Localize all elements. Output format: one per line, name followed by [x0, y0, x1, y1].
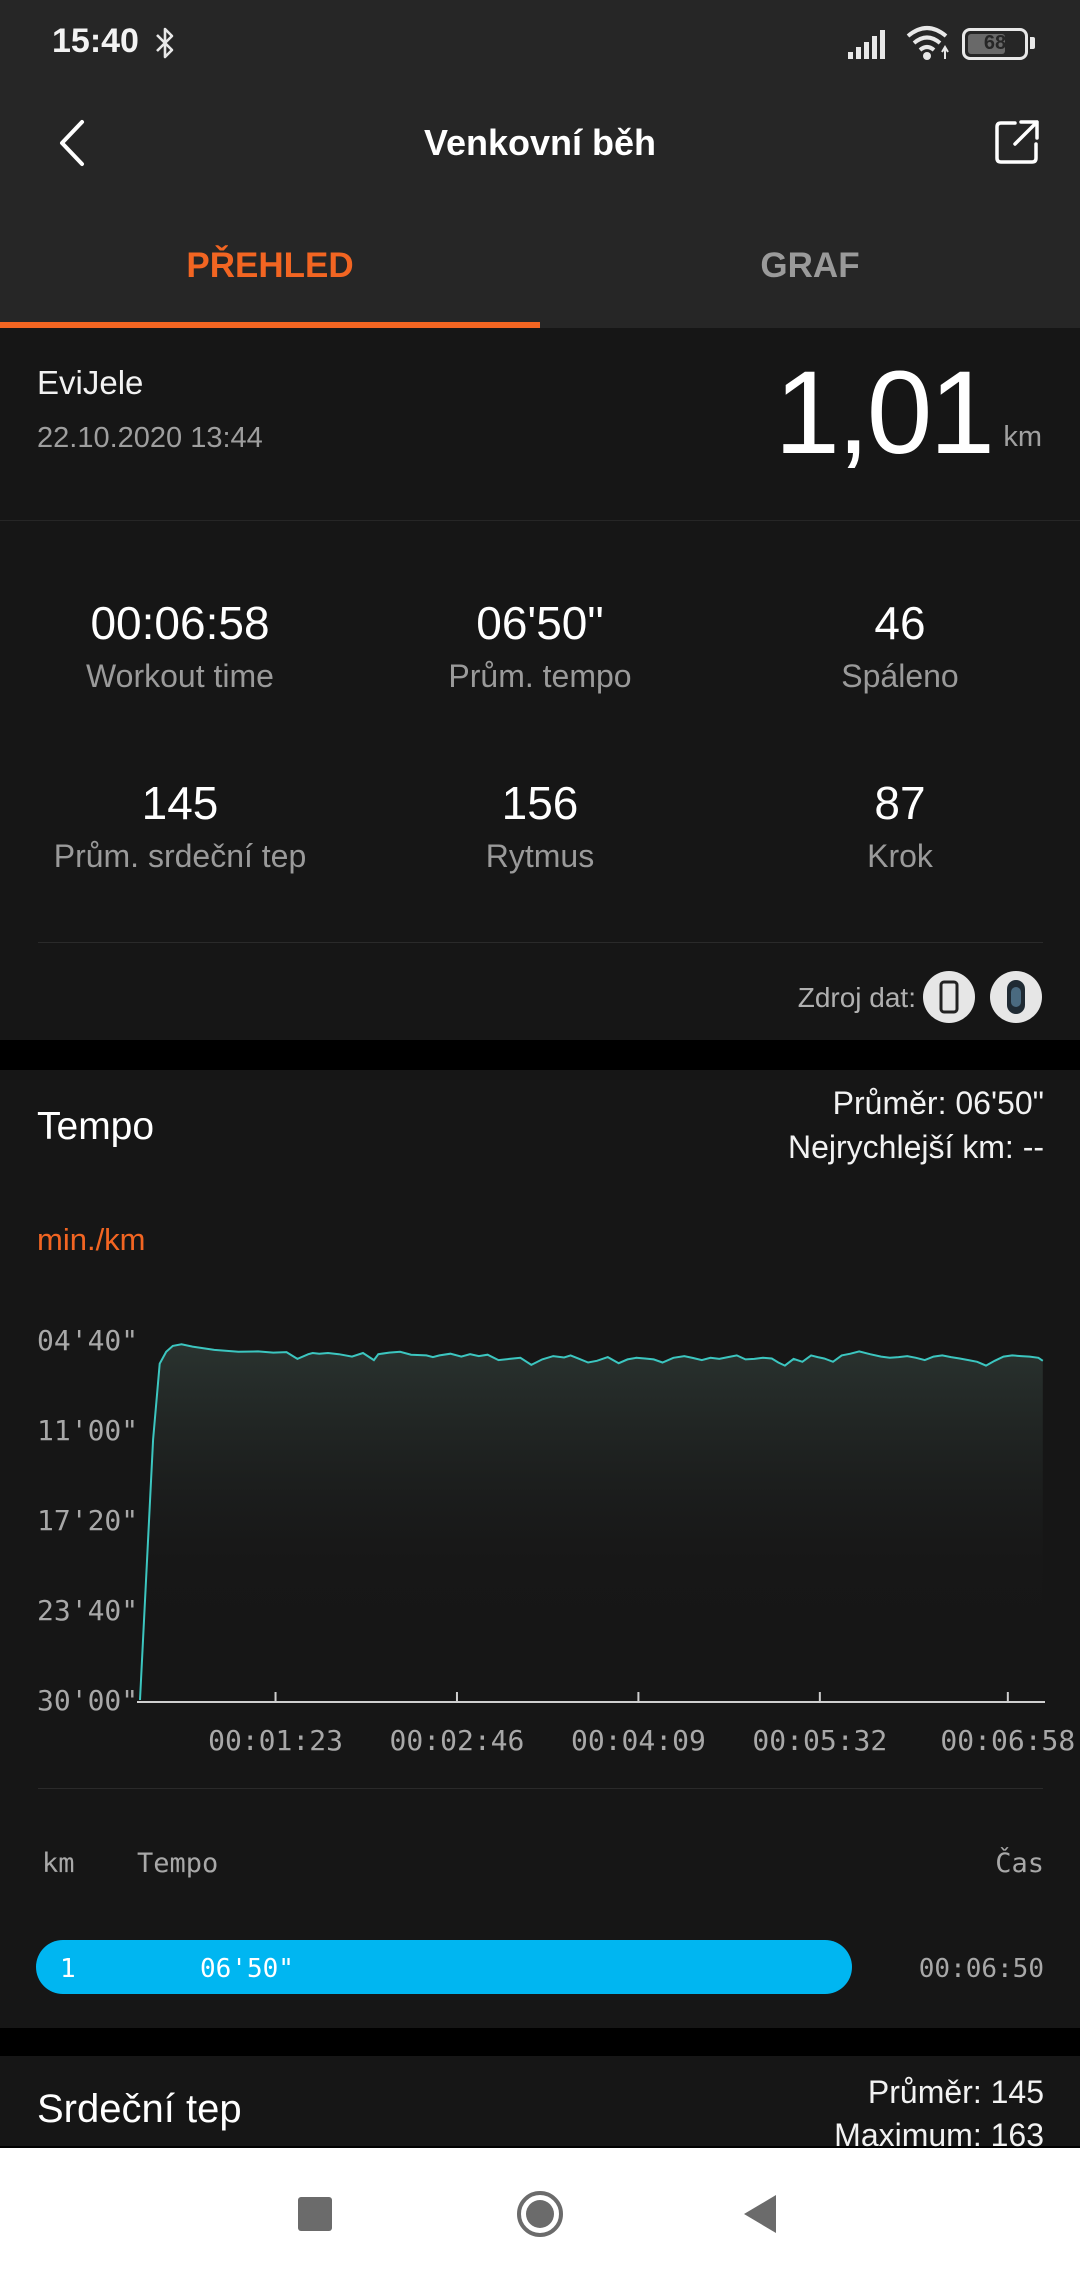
stat-label: Prům. tempo [448, 658, 632, 694]
stat-workout-time: 00:06:58 Workout time [0, 596, 360, 695]
splits-header-km: km [42, 1848, 75, 1879]
stat-label: Krok [867, 838, 933, 874]
stat-value: 06'50" [476, 597, 604, 649]
y-tick-label: 17'20" [37, 1504, 138, 1537]
wifi-icon [906, 26, 949, 60]
back-arrow-icon[interactable] [54, 118, 94, 168]
tab-overview[interactable]: PŘEHLED [0, 246, 540, 286]
stat-cadence: 156 Rytmus [360, 776, 720, 875]
tempo-unit: min./km [37, 1222, 146, 1257]
bluetooth-icon [156, 27, 174, 59]
x-tick-label: 00:02:46 [390, 1724, 525, 1757]
share-icon[interactable] [993, 118, 1041, 166]
tempo-chart[interactable]: 04'40" 11'00" 17'20" 23'40" 30'00" 00:01:23 0… [0, 1280, 1080, 1760]
back-button[interactable] [742, 2193, 778, 2235]
stat-label: Prům. srdeční tep [53, 838, 307, 874]
page-title: Venkovní běh [423, 122, 657, 163]
distance-value: 1,01 [774, 347, 995, 479]
heart-rate-average: Průměr: 145 [867, 2074, 1044, 2110]
x-tick-label: 00:04:09 [571, 1724, 706, 1757]
split-km: 1 [60, 1954, 76, 1984]
signal-icon [848, 30, 885, 59]
stat-value: 87 [874, 777, 926, 829]
stat-value: 00:06:58 [90, 597, 270, 649]
divider [0, 520, 1080, 521]
stat-value: 46 [874, 597, 926, 649]
x-tick-label: 00:05:32 [752, 1724, 887, 1757]
stat-calories: 46 Spáleno [720, 596, 1080, 695]
y-tick-label: 23'40" [37, 1594, 138, 1627]
tempo-title: Tempo [37, 1105, 155, 1148]
stat-avg-heart-rate: 145 Prům. srdeční tep [0, 776, 360, 875]
stat-stride: 87 Krok [720, 776, 1080, 875]
tab-graph[interactable]: GRAF [540, 246, 1080, 286]
stat-label: Spáleno [841, 658, 959, 694]
tempo-fastest: Nejrychlejší km: -- [787, 1129, 1044, 1165]
battery-indicator: 68 [962, 28, 1028, 60]
data-source-phone[interactable] [923, 971, 975, 1023]
data-source-band[interactable] [990, 971, 1042, 1023]
splits-header-time: Čas [995, 1848, 1044, 1879]
battery-level-text: 68 [983, 32, 1007, 54]
workout-date: 22.10.2020 13:44 [37, 422, 263, 454]
y-tick-label: 04'40" [37, 1324, 138, 1357]
split-bar[interactable] [36, 1940, 852, 1994]
splits-header-tempo: Tempo [137, 1848, 219, 1879]
tempo-average: Průměr: 06'50" [832, 1085, 1044, 1121]
stat-value: 156 [501, 777, 579, 829]
x-tick-label: 00:06:58 [940, 1724, 1075, 1757]
stat-value: 145 [141, 777, 219, 829]
divider [38, 1788, 1043, 1789]
recent-apps-button[interactable] [298, 2197, 332, 2231]
stat-avg-pace: 06'50" Prům. tempo [360, 596, 720, 695]
fitness-band-icon [1007, 980, 1025, 1014]
distance-unit: km [1003, 421, 1042, 453]
tempo-area [140, 1344, 1043, 1700]
phone-icon [939, 980, 959, 1014]
y-tick-label: 11'00" [37, 1414, 138, 1447]
user-name: EviJele [37, 364, 144, 401]
data-source-label: Zdroj dat: [797, 982, 916, 1013]
y-tick-label: 30'00" [37, 1684, 138, 1717]
status-time: 15:40 [52, 22, 139, 60]
heart-rate-title: Srdeční tep [37, 2087, 242, 2131]
battery-cap [1030, 37, 1035, 49]
split-time: 00:06:50 [918, 1954, 1044, 1984]
stat-label: Workout time [86, 658, 274, 694]
home-button[interactable] [516, 2190, 564, 2238]
divider [38, 942, 1043, 943]
split-pace: 06'50" [200, 1954, 294, 1984]
stat-label: Rytmus [485, 838, 595, 874]
x-tick-label: 00:01:23 [208, 1724, 343, 1757]
